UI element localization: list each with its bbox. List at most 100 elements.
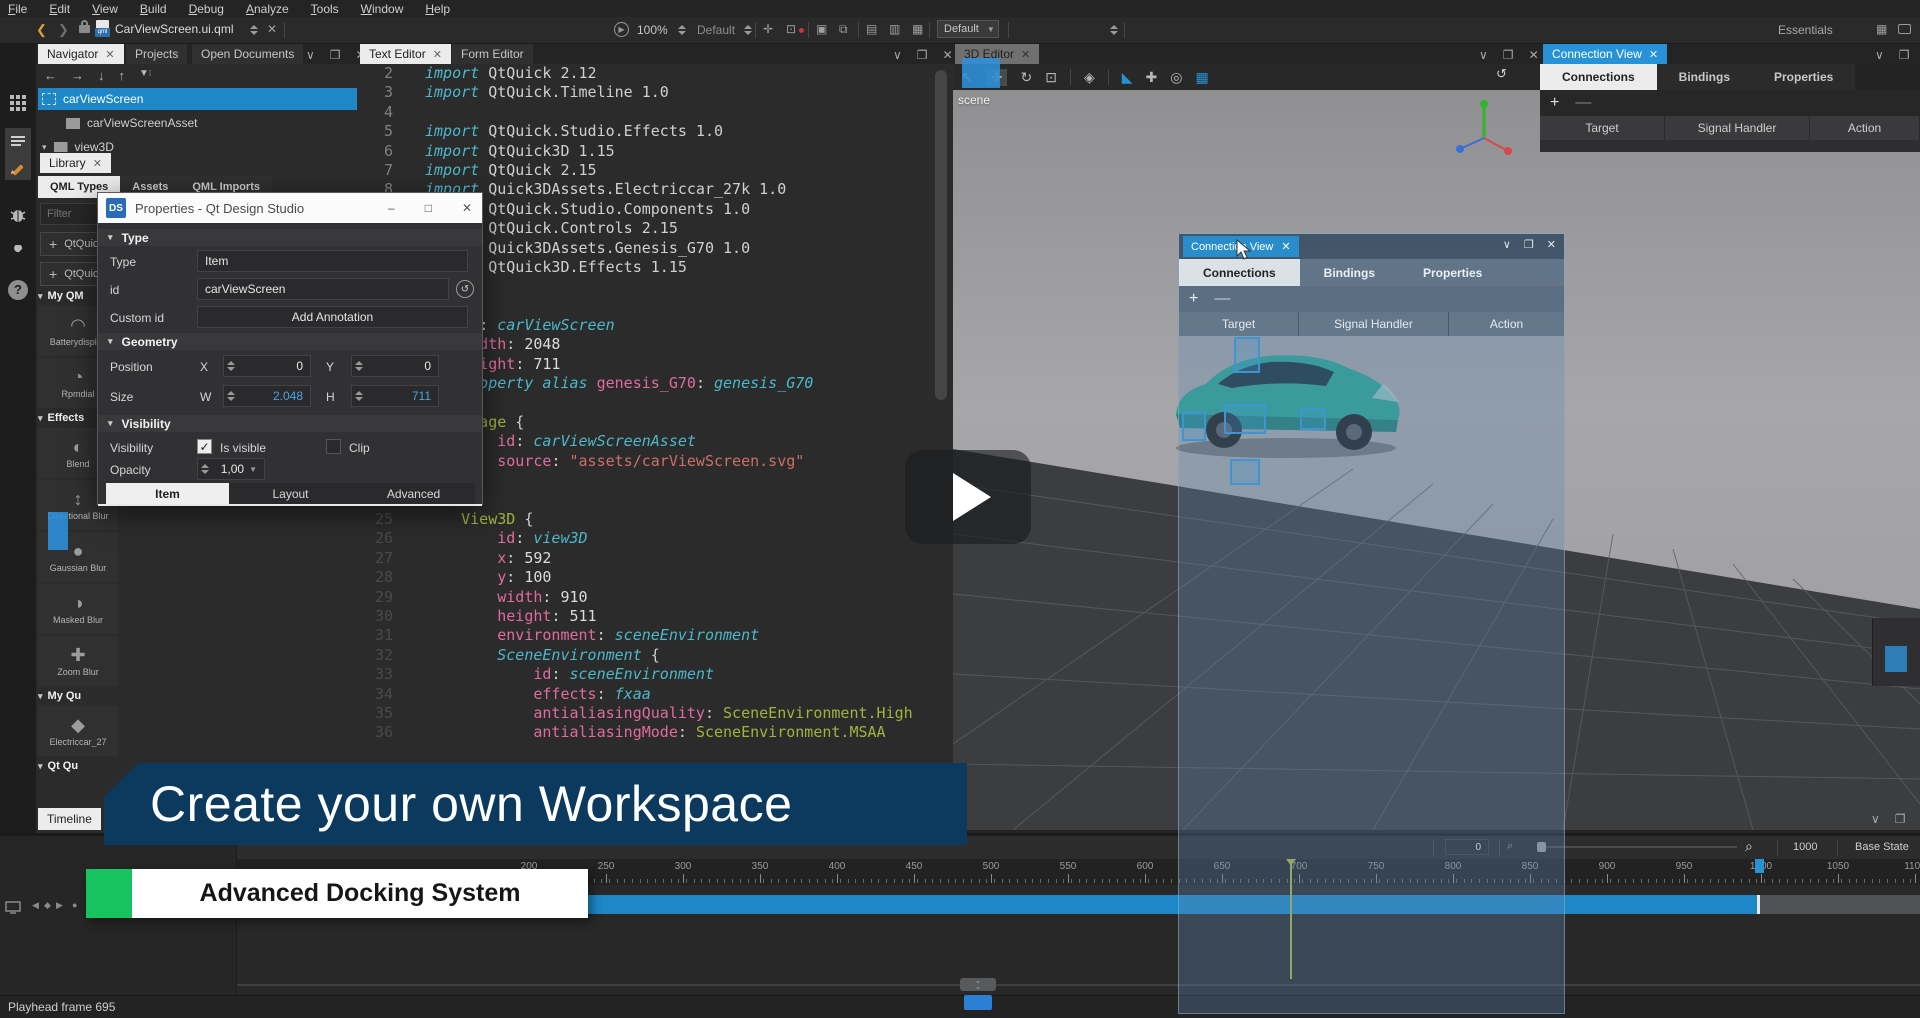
floating-panel-controls[interactable]: ∨❐✕ <box>1503 238 1556 251</box>
lock-icon[interactable] <box>79 25 90 33</box>
menu-debug[interactable]: Debug <box>189 2 224 16</box>
float-icon[interactable]: ❐ <box>917 48 928 62</box>
chevron-down-icon[interactable]: ∨ <box>1479 48 1488 62</box>
close-icon[interactable]: ✕ <box>462 201 472 215</box>
opacity-stepper[interactable]: 1,00▼ <box>197 458 265 480</box>
tab-navigator[interactable]: Navigator✕ <box>38 44 124 64</box>
global-axis-icon[interactable]: ✚ <box>1146 69 1158 86</box>
scale-tool-icon[interactable]: ⊡ <box>1045 69 1057 86</box>
timeline-scrollbar[interactable] <box>237 984 1920 986</box>
code-line[interactable]: 28 y: 100 <box>357 568 953 587</box>
section-type[interactable]: ▾Type <box>98 229 482 246</box>
dialog-tab-layout[interactable]: Layout <box>229 483 352 504</box>
move-left-icon[interactable]: ← <box>44 68 57 83</box>
move-cursor-icon[interactable]: ✛ <box>763 22 773 36</box>
close-icon[interactable]: ✕ <box>943 48 953 62</box>
viewport-pane-controls[interactable]: ∨❐✕ <box>1479 48 1539 62</box>
comments-icon[interactable] <box>1898 24 1911 34</box>
record-icon[interactable]: ● <box>72 900 77 910</box>
code-line[interactable]: 27 x: 592 <box>357 549 953 568</box>
workspace-preset-dropdown[interactable]: Default ▼ <box>937 20 999 38</box>
code-line[interactable]: 5import QtQuick.Studio.Effects 1.0 <box>357 122 953 141</box>
camera-mode-icon[interactable]: ◣ <box>1122 69 1133 86</box>
close-icon[interactable]: ✕ <box>1281 240 1290 253</box>
float-icon[interactable]: ❐ <box>1895 812 1906 826</box>
code-line[interactable]: 36 antialiasingMode: SceneEnvironment.MS… <box>357 723 953 742</box>
remove-connection-button[interactable]: — <box>1575 94 1591 112</box>
code-line[interactable]: 3import QtQuick.Timeline 1.0 <box>357 83 953 102</box>
library-item[interactable]: ✚Zoom Blur <box>38 636 118 686</box>
add-frame-icon[interactable]: ⊡ <box>786 22 796 36</box>
zoom-in-icon[interactable]: ⌕ <box>1745 838 1753 855</box>
editor-scrollbar[interactable] <box>935 70 947 400</box>
chevron-down-icon[interactable]: ∨ <box>1503 238 1511 251</box>
tab-bindings[interactable]: Bindings <box>1657 64 1752 90</box>
tab-open-documents[interactable]: Open Documents <box>192 44 303 64</box>
dialog-tab-item[interactable]: Item <box>106 483 229 504</box>
height-stepper[interactable]: 711 <box>351 385 439 407</box>
filter-icon[interactable]: ▼⁞ <box>139 68 151 83</box>
floating-connection-view[interactable]: Connection View ✕ ∨❐✕ Connections Bindin… <box>1178 233 1565 1014</box>
float-icon[interactable]: ❐ <box>1503 48 1514 62</box>
library-item[interactable]: ◑Masked Blur <box>38 584 118 634</box>
close-icon[interactable]: ✕ <box>93 157 102 170</box>
design-pencil-icon[interactable] <box>5 154 31 180</box>
close-icon[interactable]: ✕ <box>433 48 442 61</box>
tree-item-carviewscreenasset[interactable]: carViewScreenAsset <box>38 112 357 134</box>
code-line[interactable]: 7import QtQuick 2.15 <box>357 161 953 180</box>
code-line[interactable]: 35 antialiasingQuality: SceneEnvironment… <box>357 704 953 723</box>
code-line[interactable]: 34 effects: fxaa <box>357 685 953 704</box>
menu-tools[interactable]: Tools <box>311 2 339 16</box>
style-preset[interactable]: Default <box>697 23 735 37</box>
section-geometry[interactable]: ▾Geometry <box>98 333 482 350</box>
move-up-icon[interactable]: ↑ <box>119 68 126 83</box>
video-play-button[interactable] <box>905 450 1031 544</box>
code-line[interactable]: 4 <box>357 103 953 122</box>
close-icon[interactable]: ✕ <box>1649 48 1658 61</box>
code-line[interactable]: 6import QtQuick3D 1.15 <box>357 142 953 161</box>
tree-item-carviewscreen[interactable]: carViewScreen <box>38 88 357 110</box>
id-field[interactable]: carViewScreen <box>197 278 449 300</box>
code-line[interactable]: 31 environment: sceneEnvironment <box>357 626 953 645</box>
chevron-down-icon[interactable]: ∨ <box>306 48 315 62</box>
outline-icon[interactable]: ▣ <box>816 22 827 36</box>
style-stepper[interactable] <box>744 25 752 35</box>
grid-icon[interactable]: ▦ <box>912 22 923 36</box>
prev-keyframe-icon[interactable]: ◀ <box>32 900 39 911</box>
close-icon[interactable]: ✕ <box>105 48 114 61</box>
timeline-section-bar-overflow[interactable] <box>1760 895 1920 914</box>
library-item[interactable]: ◆Electriccar_27 <box>38 706 118 756</box>
section-visibility[interactable]: ▾Visibility <box>98 415 482 432</box>
timeline-pane-controls[interactable]: ∨❐✕ <box>1871 812 1920 826</box>
properties-dialog[interactable]: DS Properties - Qt Design Studio – □ ✕ ▾… <box>97 192 483 505</box>
type-field[interactable]: Item <box>197 250 468 272</box>
maximize-icon[interactable]: □ <box>425 201 432 215</box>
is-visible-checkbox[interactable]: ✓ <box>197 439 212 454</box>
code-line[interactable]: 29 width: 910 <box>357 588 953 607</box>
menu-file[interactable]: File <box>8 2 27 16</box>
add-connection-button[interactable]: + <box>1189 290 1198 308</box>
zoom-slider[interactable] <box>1537 846 1737 848</box>
code-line[interactable]: 26 id: view3D <box>357 529 953 548</box>
file-switch-stepper[interactable] <box>250 25 258 35</box>
code-line[interactable]: 2import QtQuick 2.12 <box>357 64 953 83</box>
menu-build[interactable]: Build <box>140 2 167 16</box>
move-down-icon[interactable]: ↓ <box>98 68 105 83</box>
close-icon[interactable]: ✕ <box>1547 238 1556 251</box>
rotate-tool-icon[interactable]: ↻ <box>1020 69 1032 86</box>
state-selector[interactable]: Base State <box>1855 841 1909 853</box>
menu-window[interactable]: Window <box>361 2 404 16</box>
keyframe-icon[interactable]: ◆ <box>44 900 51 911</box>
column-target[interactable]: Target <box>1179 312 1299 336</box>
annotation-stepper[interactable] <box>1110 25 1118 35</box>
chevron-down-icon[interactable]: ∨ <box>893 48 902 62</box>
column-signal-handler[interactable]: Signal Handler <box>1299 312 1449 336</box>
tab-connections[interactable]: Connections <box>1540 64 1657 90</box>
tab-projects[interactable]: Projects <box>126 44 187 64</box>
move-right-icon[interactable]: → <box>71 68 84 83</box>
close-icon[interactable]: ✕ <box>1021 48 1030 61</box>
library-section-header[interactable]: ▾Qt Qu <box>38 758 120 774</box>
forward-button[interactable]: ❯ <box>58 22 69 38</box>
navigator-pane-controls[interactable]: ∨❐✕ <box>306 48 366 62</box>
width-stepper[interactable]: 2.048 <box>223 385 311 407</box>
